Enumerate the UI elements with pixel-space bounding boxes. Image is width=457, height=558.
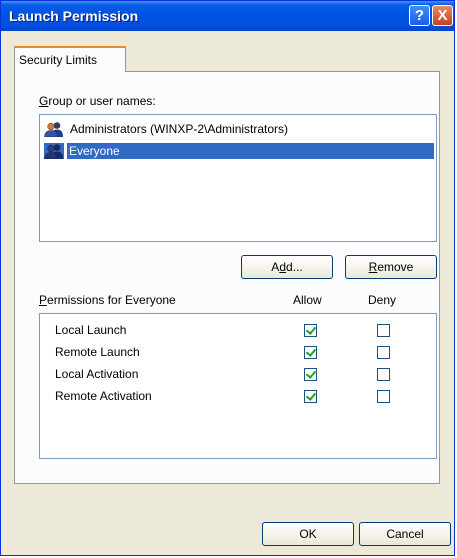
permissions-label: Permissions for Everyone bbox=[39, 293, 176, 307]
cancel-button[interactable]: Cancel bbox=[359, 522, 451, 546]
users-icon bbox=[44, 121, 64, 138]
close-button[interactable]: X bbox=[432, 5, 453, 26]
group-user-list[interactable]: Administrators (WINXP-2\Administrators) … bbox=[39, 114, 437, 242]
permission-name: Remote Activation bbox=[55, 389, 152, 403]
allow-checkbox[interactable] bbox=[304, 368, 317, 381]
permission-row: Remote Activation bbox=[40, 387, 436, 407]
users-icon bbox=[44, 143, 64, 160]
close-icon: X bbox=[437, 7, 448, 24]
help-button[interactable]: ? bbox=[409, 5, 430, 26]
add-button[interactable]: Add... bbox=[241, 255, 333, 279]
deny-checkbox[interactable] bbox=[377, 324, 390, 337]
permissions-list: Local Launch Remote Launch Local Activat… bbox=[39, 313, 437, 459]
deny-checkbox[interactable] bbox=[377, 368, 390, 381]
permission-name: Local Launch bbox=[55, 323, 127, 337]
allow-column-header: Allow bbox=[293, 293, 322, 307]
list-item-label: Administrators (WINXP-2\Administrators) bbox=[70, 122, 289, 136]
window-title: Launch Permission bbox=[9, 8, 139, 24]
title-bar[interactable]: Launch Permission ? X bbox=[1, 1, 454, 31]
allow-checkbox[interactable] bbox=[304, 390, 317, 403]
group-names-label: Group or user names: bbox=[39, 94, 156, 108]
help-icon: ? bbox=[414, 7, 425, 24]
list-item[interactable]: Administrators (WINXP-2\Administrators) bbox=[42, 119, 434, 139]
remove-button[interactable]: Remove bbox=[345, 255, 437, 279]
permission-row: Local Launch bbox=[40, 321, 436, 341]
deny-column-header: Deny bbox=[368, 293, 397, 307]
list-item-selected[interactable]: Everyone bbox=[42, 141, 434, 161]
ok-button[interactable]: OK bbox=[262, 522, 354, 546]
permission-name: Local Activation bbox=[55, 367, 139, 381]
deny-checkbox[interactable] bbox=[377, 390, 390, 403]
tab-security-limits[interactable]: Security Limits bbox=[14, 46, 126, 72]
permission-row: Remote Launch bbox=[40, 343, 436, 363]
permission-name: Remote Launch bbox=[55, 345, 140, 359]
allow-checkbox[interactable] bbox=[304, 346, 317, 359]
deny-checkbox[interactable] bbox=[377, 346, 390, 359]
permission-row: Local Activation bbox=[40, 365, 436, 385]
list-item-label: Everyone bbox=[67, 143, 434, 159]
allow-checkbox[interactable] bbox=[304, 324, 317, 337]
